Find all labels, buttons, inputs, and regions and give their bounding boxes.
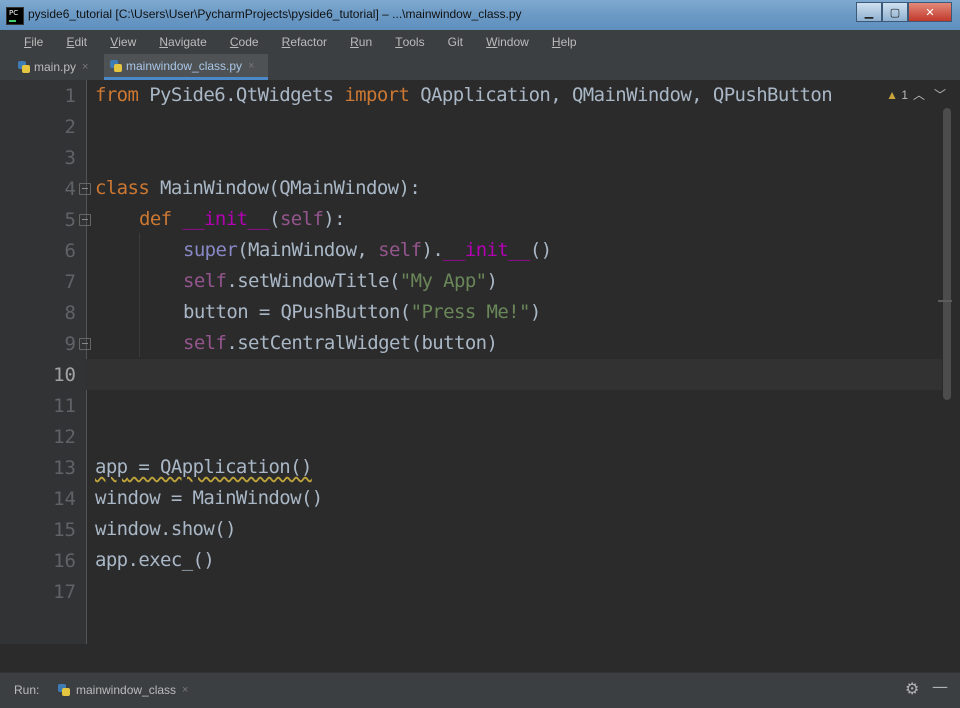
- python-file-icon: [110, 59, 122, 72]
- menu-help[interactable]: Help: [538, 30, 581, 49]
- code-line: self.setWindowTitle("My App"): [183, 270, 498, 292]
- menu-file[interactable]: File: [10, 30, 47, 49]
- menu-view[interactable]: View: [96, 30, 140, 49]
- menu-refactor[interactable]: Refactor: [268, 30, 331, 49]
- menu-git[interactable]: Git: [434, 30, 467, 49]
- line-number: 9: [64, 333, 76, 355]
- tab-mainwindow-class-py[interactable]: mainwindow_class.py ×: [104, 54, 268, 80]
- gear-icon[interactable]: ⚙: [905, 679, 919, 698]
- line-number: 16: [53, 550, 76, 572]
- window-controls: ▁ ▢ ✕: [856, 2, 952, 22]
- code-line: super(MainWindow, self).__init__(): [183, 239, 552, 261]
- warning-indicator[interactable]: ▲ 1: [886, 88, 908, 102]
- fold-marker-icon[interactable]: [79, 338, 91, 350]
- code-line: button = QPushButton("Press Me!"): [183, 301, 541, 323]
- code-line: class MainWindow(QMainWindow):: [95, 177, 421, 199]
- code-line: self.setCentralWidget(button): [183, 332, 498, 354]
- code-line: window.show(): [95, 518, 237, 540]
- menu-tools[interactable]: Tools: [381, 30, 428, 49]
- close-tab-icon[interactable]: ×: [182, 684, 188, 696]
- run-label: Run:: [14, 683, 40, 697]
- line-number: 12: [53, 426, 76, 448]
- vertical-scrollbar[interactable]: [943, 108, 951, 400]
- hide-icon[interactable]: —: [932, 677, 948, 696]
- code-line: def __init__(self):: [139, 208, 346, 230]
- line-number: 1: [64, 85, 76, 107]
- code-editor[interactable]: 1 2 3 4 5 6 7 8 9 10 11 12 13 14 15 16 1…: [0, 80, 960, 672]
- fold-marker-icon[interactable]: [79, 214, 91, 226]
- chevron-down-icon[interactable]: ﹀: [934, 86, 946, 103]
- line-number: 6: [64, 240, 76, 262]
- maximize-button[interactable]: ▢: [882, 2, 908, 22]
- python-icon: [58, 684, 70, 696]
- close-tab-icon[interactable]: ×: [248, 60, 254, 72]
- title-bar: PC pyside6_tutorial [C:\Users\User\Pycha…: [0, 0, 960, 30]
- line-number: 8: [64, 302, 76, 324]
- line-number: 3: [64, 147, 76, 169]
- code-line: from PySide6.QtWidgets import QApplicati…: [95, 84, 833, 106]
- warning-icon: ▲: [886, 88, 898, 102]
- line-number: 13: [53, 457, 76, 479]
- line-number: 17: [53, 581, 76, 603]
- close-tab-icon[interactable]: ×: [82, 61, 88, 73]
- menu-code[interactable]: Code: [216, 30, 263, 49]
- menu-window[interactable]: Window: [472, 30, 533, 49]
- code-line: app.exec_(): [95, 549, 215, 571]
- line-number: 7: [64, 271, 76, 293]
- editor-tabs: main.py × mainwindow_class.py ×: [0, 54, 960, 81]
- menu-run[interactable]: Run: [336, 30, 376, 49]
- line-number: 14: [53, 488, 76, 510]
- menu-edit[interactable]: Edit: [52, 30, 91, 49]
- tab-main-py[interactable]: main.py ×: [12, 54, 100, 80]
- menu-bar: File Edit View Navigate Code Refactor Ru…: [0, 30, 960, 54]
- close-button[interactable]: ✕: [908, 2, 952, 22]
- line-number: 11: [53, 395, 76, 417]
- window-title: pyside6_tutorial [C:\Users\User\PycharmP…: [28, 7, 522, 21]
- fold-marker-icon[interactable]: [79, 183, 91, 195]
- chevron-up-icon[interactable]: ︿: [913, 86, 925, 103]
- current-line-highlight: [86, 359, 942, 390]
- code-line: app = QApplication(): [95, 456, 312, 478]
- run-tool-window-bar: Run: mainwindow_class × ⚙ —: [0, 672, 960, 708]
- minimize-button[interactable]: ▁: [856, 2, 882, 22]
- line-number: 4: [64, 178, 76, 200]
- scroll-marker: [938, 300, 952, 302]
- code-line: window = MainWindow(): [95, 487, 323, 509]
- menu-navigate[interactable]: Navigate: [145, 30, 210, 49]
- line-number: 5: [64, 209, 76, 231]
- line-number: 10: [53, 364, 76, 386]
- pycharm-icon: PC: [6, 7, 24, 25]
- line-number: 15: [53, 519, 76, 541]
- python-file-icon: [18, 61, 30, 73]
- line-number: 2: [64, 116, 76, 138]
- run-tab[interactable]: mainwindow_class ×: [58, 683, 188, 697]
